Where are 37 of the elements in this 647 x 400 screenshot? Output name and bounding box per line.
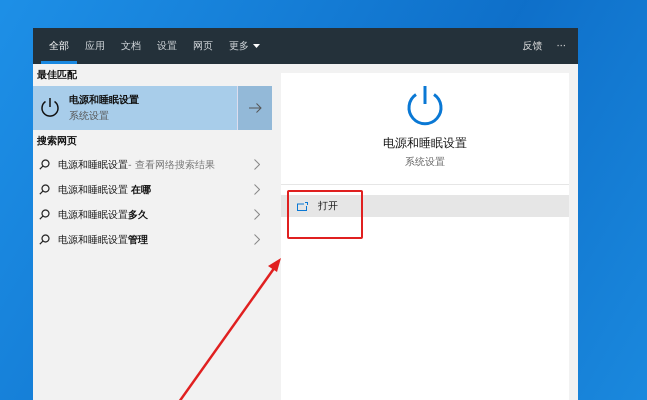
power-icon (39, 97, 61, 119)
more-button[interactable]: ··· (556, 40, 566, 52)
detail-subtitle: 系统设置 (405, 156, 445, 169)
suggestion-text: 电源和睡眠设置管理 (58, 234, 149, 246)
section-heading: 搜索网页 (36, 134, 78, 149)
open-arrow-button[interactable] (237, 86, 272, 130)
open-window-icon (297, 202, 308, 210)
tab[interactable]: 全部 (41, 28, 77, 64)
item-title: 电源和睡眠设置 (69, 94, 140, 107)
open-action[interactable]: 打开 (281, 195, 569, 217)
chevron-icon (254, 184, 260, 195)
tab[interactable]: 应用 (77, 28, 113, 64)
suggestion-text: 电源和睡眠设置- 查看网络搜索结果 (58, 158, 216, 172)
section-heading: 最佳匹配 (36, 68, 78, 83)
tab[interactable]: 更多 (221, 28, 268, 64)
web-search-item[interactable]: 电源和睡眠设置多久 (33, 202, 272, 227)
chevron-icon (254, 159, 260, 170)
detail-title: 电源和睡眠设置 (383, 135, 467, 152)
item-subtitle: 系统设置 (69, 110, 110, 123)
web-search-item[interactable]: 电源和睡眠设置- 查看网络搜索结果 (33, 152, 272, 177)
search-icon (39, 184, 50, 195)
chevron-icon (254, 209, 260, 220)
feedback-button[interactable]: 反馈 (522, 39, 542, 53)
tab[interactable]: 文档 (113, 28, 149, 64)
tab[interactable]: 网页 (185, 28, 221, 64)
web-search-item[interactable]: 电源和睡眠设置管理 (33, 227, 272, 252)
search-icon (39, 209, 50, 220)
chevron-icon (254, 234, 260, 245)
web-search-item[interactable]: 电源和睡眠设置 在哪 (33, 177, 272, 202)
tab[interactable]: 设置 (149, 28, 185, 64)
power-icon (405, 85, 445, 127)
search-icon (39, 234, 50, 245)
best-match-item[interactable]: 电源和睡眠设置 系统设置 (33, 86, 272, 130)
search-icon (39, 159, 50, 170)
arrow-icon (248, 103, 262, 113)
suggestion-text: 电源和睡眠设置 在哪 (58, 184, 152, 196)
suggestion-text: 电源和睡眠设置多久 (58, 208, 149, 222)
